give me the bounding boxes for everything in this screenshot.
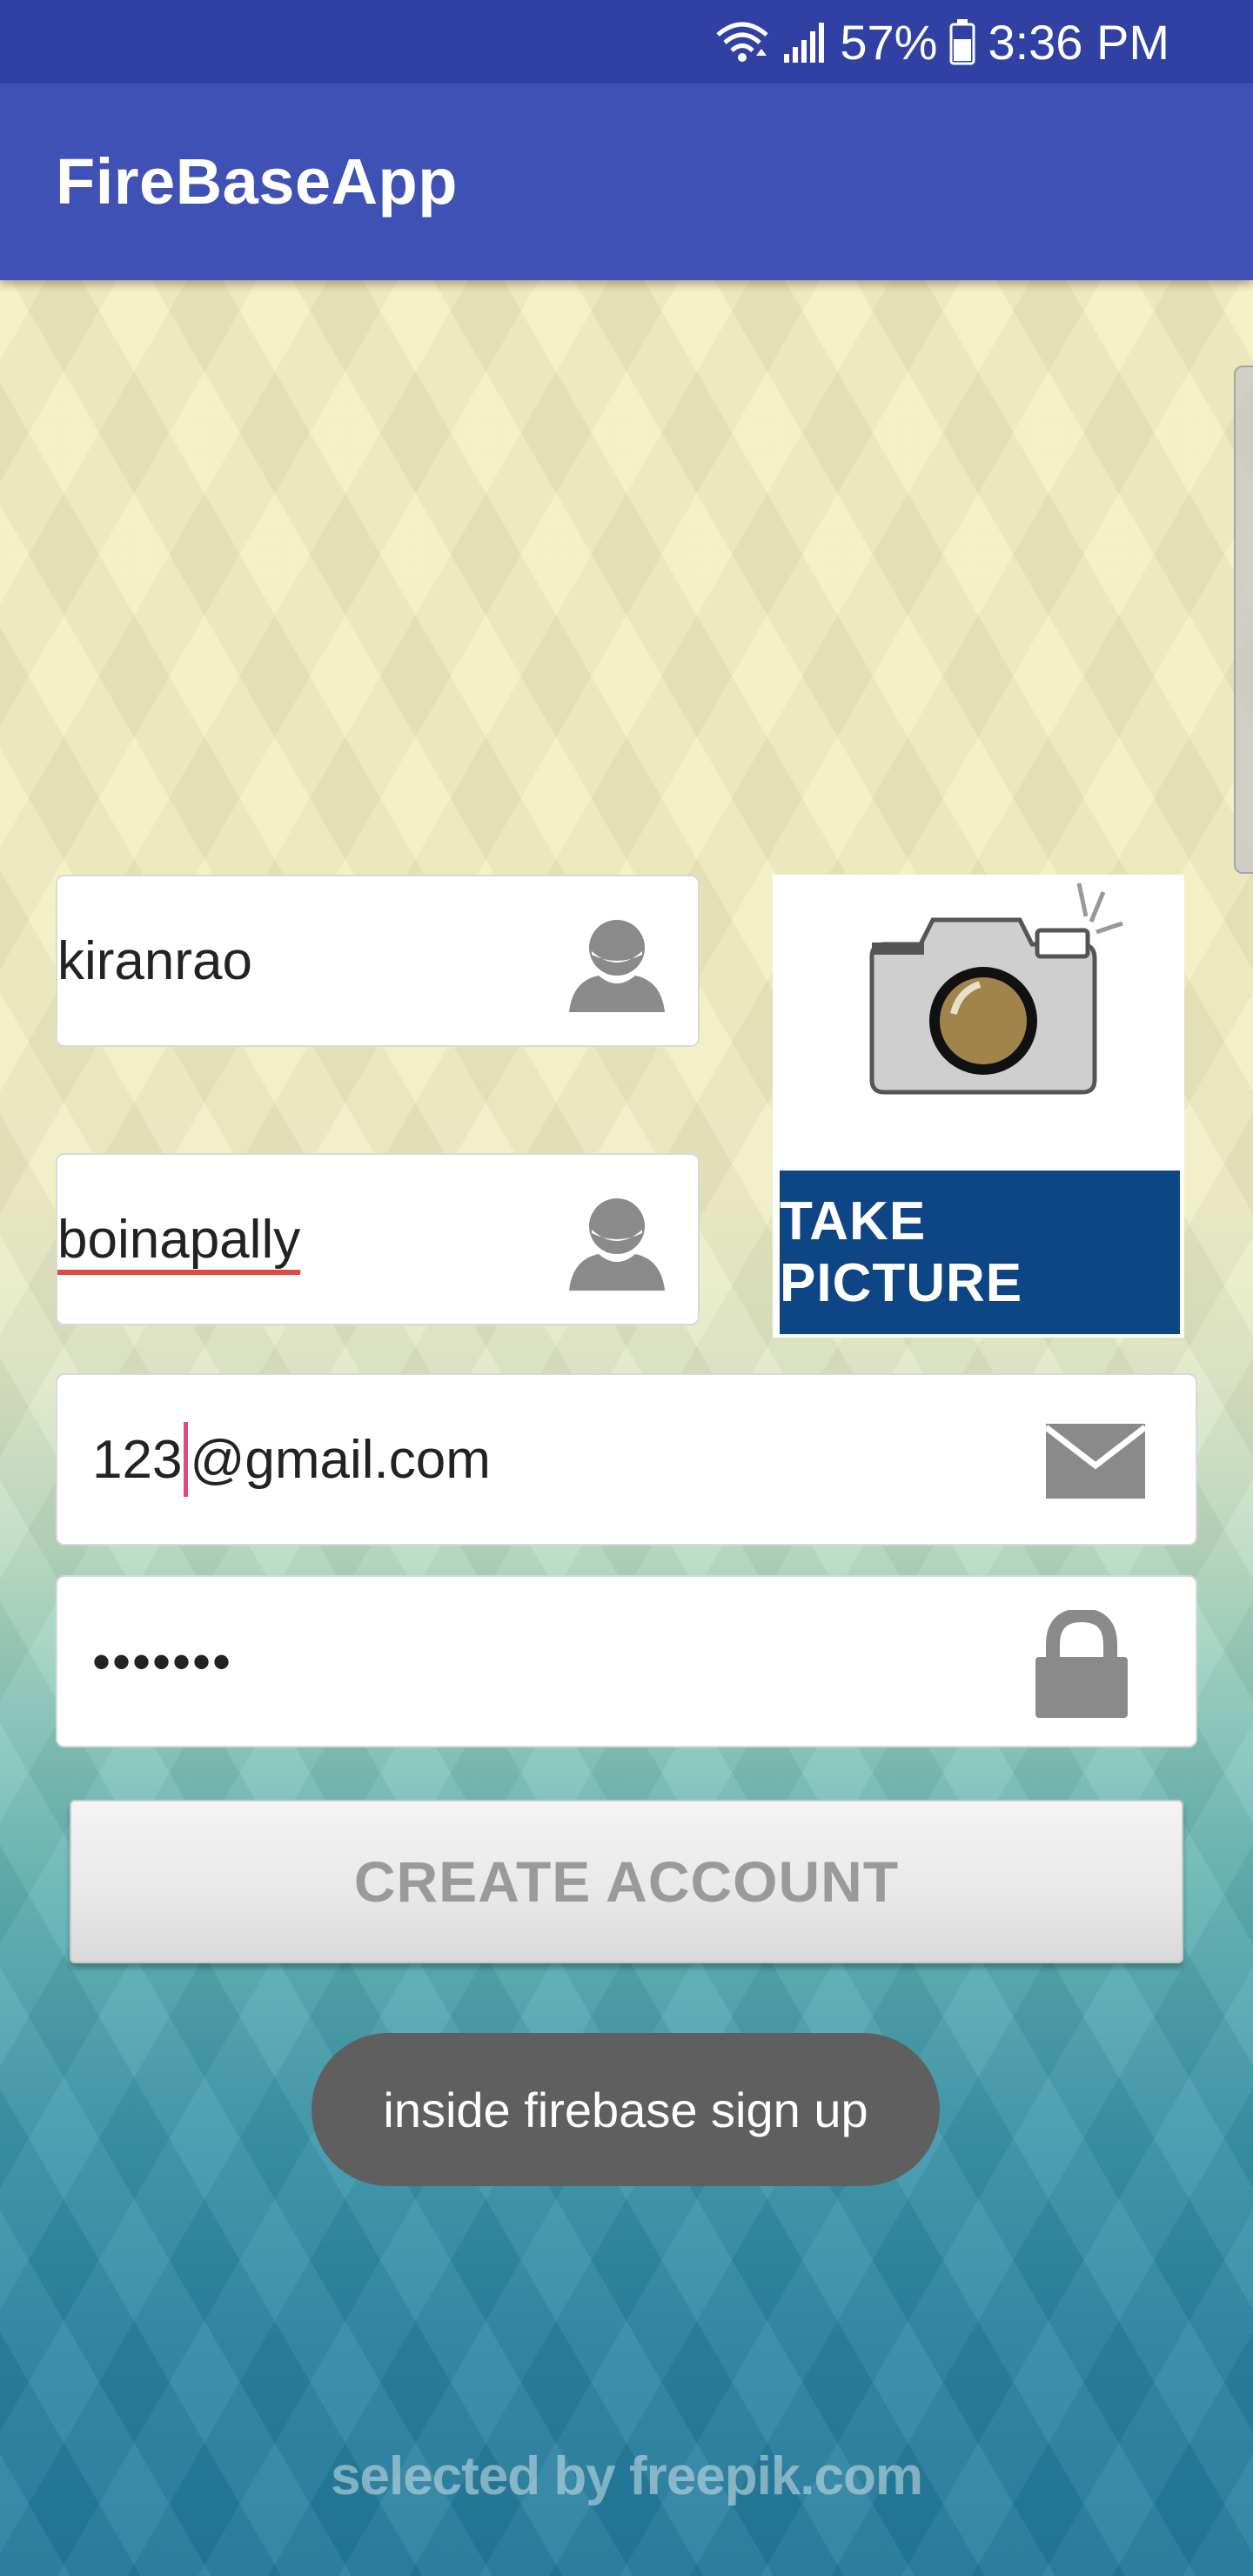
wifi-icon — [716, 22, 768, 63]
password-value: ••••••• — [92, 1632, 233, 1691]
status-indicators: 57% 3:36 PM — [714, 0, 1169, 84]
lock-icon — [1035, 1610, 1128, 1718]
battery-percent: 57% — [840, 14, 938, 70]
toast-message: inside firebase sign up — [312, 2033, 940, 2186]
email-text-after-caret: @gmail.com — [190, 1429, 491, 1490]
status-bar: 57% 3:36 PM — [0, 0, 1253, 84]
password-field[interactable]: ••••••• — [56, 1575, 1197, 1748]
email-value: 123 @gmail.com — [92, 1375, 491, 1544]
scrollbar-handle[interactable] — [1234, 366, 1253, 874]
background-watermark: selected by freepik.com — [331, 2446, 923, 2506]
take-picture-button[interactable]: TAKE PICTURE — [773, 875, 1184, 1338]
last-name-text: boinapally — [57, 1209, 301, 1270]
app-bar: FireBaseApp — [0, 84, 1253, 280]
create-account-button[interactable]: CREATE ACCOUNT — [70, 1800, 1183, 1963]
last-name-value: boinapally — [57, 1155, 300, 1324]
text-cursor — [184, 1422, 189, 1497]
person-icon — [569, 1198, 665, 1291]
signal-icon — [784, 23, 825, 63]
battery-icon — [949, 19, 975, 65]
email-field[interactable]: 123 @gmail.com — [56, 1373, 1197, 1546]
first-name-value: kiranrao — [57, 930, 252, 991]
envelope-icon — [1046, 1424, 1145, 1499]
last-name-field[interactable]: boinapally — [56, 1153, 700, 1325]
camera-icon — [869, 882, 1123, 1095]
app-title: FireBaseApp — [56, 145, 458, 218]
first-name-field[interactable]: kiranrao — [56, 875, 700, 1047]
email-text-before-caret: 123 — [92, 1429, 183, 1490]
take-picture-label: TAKE PICTURE — [780, 1171, 1180, 1334]
clock: 3:36 PM — [988, 14, 1169, 70]
person-icon — [569, 920, 665, 1012]
